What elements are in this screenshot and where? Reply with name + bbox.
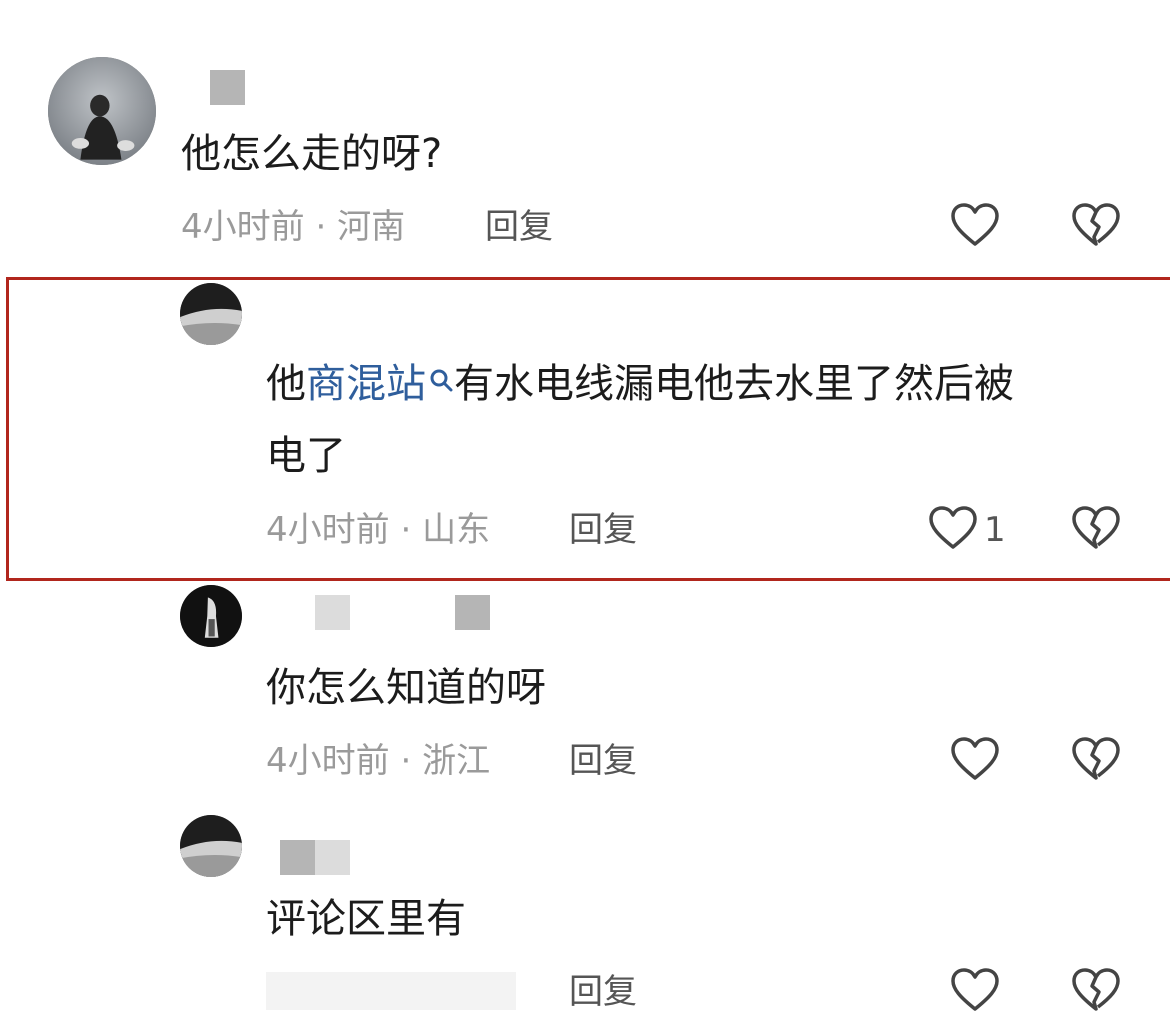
comment-text-line2: 电了: [266, 433, 346, 479]
comment-region: 河南: [337, 207, 406, 247]
comment-time: 4小时前: [266, 741, 390, 781]
comment-text-prefix: 他: [266, 361, 306, 407]
like-heart-icon[interactable]: [950, 202, 1000, 248]
comment-meta: 4小时前 · 山东: [266, 510, 490, 550]
username-redacted[interactable]: [315, 595, 350, 630]
like-count: 1: [984, 510, 1006, 550]
keyword-link[interactable]: 商混站: [306, 361, 426, 407]
reply-button[interactable]: 回复: [569, 741, 637, 781]
avatar[interactable]: [48, 57, 156, 165]
like-heart-icon[interactable]: [928, 505, 978, 551]
username-redacted[interactable]: [455, 595, 490, 630]
comment-text: 评论区里有: [266, 896, 466, 942]
comment-meta: 4小时前 · 河南: [181, 207, 405, 247]
dislike-broken-heart-icon[interactable]: [1071, 505, 1121, 551]
username-redacted[interactable]: [315, 840, 350, 875]
username-redacted[interactable]: [280, 840, 315, 875]
dislike-broken-heart-icon[interactable]: [1071, 736, 1121, 782]
reply-button[interactable]: 回复: [569, 510, 637, 550]
meta-redacted: [266, 972, 516, 1010]
avatar[interactable]: [180, 283, 242, 345]
reply-button[interactable]: 回复: [485, 207, 553, 247]
comment-region: 山东: [422, 510, 491, 550]
meta-separator: ·: [389, 510, 423, 550]
comment-text-suffix: 有水电线漏电他去水里了然后被: [454, 361, 1014, 407]
comment-time: 4小时前: [266, 510, 390, 550]
avatar[interactable]: [180, 815, 242, 877]
dislike-broken-heart-icon[interactable]: [1071, 967, 1121, 1013]
meta-separator: ·: [304, 207, 338, 247]
avatar[interactable]: [180, 585, 242, 647]
meta-separator: ·: [389, 741, 423, 781]
search-icon[interactable]: [428, 344, 454, 416]
comment-text: 他怎么走的呀?: [181, 131, 443, 177]
dislike-broken-heart-icon[interactable]: [1071, 202, 1121, 248]
reply-button[interactable]: 回复: [569, 972, 637, 1012]
comment-time: 4小时前: [181, 207, 305, 247]
comment-text: 他商混站 有水电线漏电他去水里了然后被: [266, 348, 1014, 420]
comment-region: 浙江: [422, 741, 491, 781]
like-heart-icon[interactable]: [950, 967, 1000, 1013]
username-redacted[interactable]: [210, 70, 245, 105]
like-heart-icon[interactable]: [950, 736, 1000, 782]
comment-text: 你怎么知道的呀: [266, 665, 546, 711]
comment-meta: 4小时前 · 浙江: [266, 741, 490, 781]
